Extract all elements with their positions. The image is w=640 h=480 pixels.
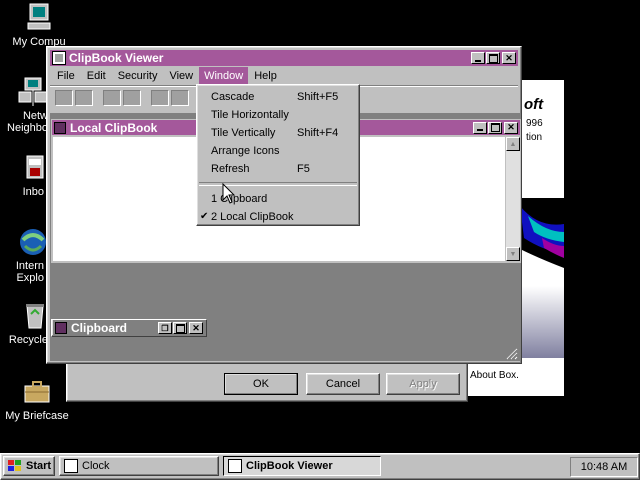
scroll-up-icon: ▲ [509, 140, 517, 148]
ok-button[interactable]: OK [224, 373, 298, 395]
menu-item-refresh[interactable]: Refresh F5 [197, 160, 359, 178]
menu-item-window-local-clipbook[interactable]: ✔ 2 Local ClipBook [197, 208, 359, 226]
child-maximize-button[interactable] [488, 121, 502, 134]
menu-item-label: 2 Local ClipBook [211, 211, 294, 223]
system-tray-clock[interactable]: 10:48 AM [570, 457, 638, 477]
desktop-icon-my-briefcase[interactable]: My Briefcase [0, 376, 74, 422]
clipboard-book-icon [55, 322, 67, 334]
minimize-button[interactable] [471, 52, 485, 64]
menu-edit[interactable]: Edit [81, 67, 112, 85]
close-icon: ✕ [192, 322, 200, 333]
cancel-button[interactable]: Cancel [306, 373, 380, 395]
vertical-scrollbar[interactable]: ▲ ▼ [506, 137, 520, 261]
scroll-up-button[interactable]: ▲ [506, 137, 520, 151]
connect-icon[interactable] [55, 90, 73, 106]
taskbar-button-label: Clock [82, 460, 110, 472]
close-icon: ✕ [507, 122, 515, 132]
stop-sharing-icon[interactable] [123, 90, 141, 106]
menu-item-arrange-icons[interactable]: Arrange Icons [197, 142, 359, 160]
briefcase-icon [21, 376, 53, 408]
apply-button[interactable]: Apply [386, 373, 460, 395]
menu-window[interactable]: Window [199, 67, 249, 85]
window-dropdown-menu: Cascade Shift+F5 Tile Horizontally Tile … [196, 84, 360, 226]
minimize-icon [477, 129, 483, 131]
maximize-icon [490, 123, 500, 132]
scroll-down-icon: ▼ [509, 250, 517, 258]
menu-security[interactable]: Security [112, 67, 164, 85]
clipboard-close-button[interactable]: ✕ [189, 322, 203, 334]
start-button[interactable]: Start [3, 456, 55, 476]
share-icon[interactable] [103, 90, 121, 106]
close-icon: ✕ [505, 52, 513, 63]
ok-button-label: OK [253, 378, 269, 390]
computer-icon [23, 2, 55, 34]
windows-logo-icon [8, 460, 22, 472]
clock-time: 10:48 AM [580, 461, 628, 473]
menu-file[interactable]: File [51, 67, 81, 85]
restore-icon: ❐ [161, 323, 169, 333]
menu-item-accel: F5 [297, 163, 310, 175]
menu-item-label: Arrange Icons [211, 145, 280, 157]
menu-help[interactable]: Help [248, 67, 283, 85]
cancel-button-label: Cancel [325, 378, 361, 390]
about-box-text: About Box. [470, 370, 519, 381]
year-fragment: 996 [526, 118, 543, 129]
clipboard-restore-button[interactable]: ❐ [158, 322, 172, 334]
toolbar [55, 90, 189, 106]
checkmark-icon: ✔ [200, 211, 209, 222]
resize-grip-icon[interactable] [506, 348, 518, 360]
copy-icon[interactable] [151, 90, 169, 106]
clipbook-app-icon [52, 51, 66, 65]
child-close-button[interactable]: ✕ [504, 121, 518, 134]
clipboard-titlebar[interactable]: Clipboard ❐ ✕ [53, 320, 205, 336]
maximize-button[interactable] [486, 52, 500, 64]
close-button[interactable]: ✕ [502, 52, 516, 64]
mouse-cursor-icon [222, 183, 236, 204]
taskbar-button-label: ClipBook Viewer [246, 460, 333, 472]
menu-item-label: Tile Vertically [211, 127, 276, 139]
network-icon [17, 76, 49, 108]
clipbook-title: ClipBook Viewer [69, 51, 164, 65]
maximize-icon [488, 53, 498, 63]
version-fragment: tion [526, 132, 543, 143]
menu-item-label: Cascade [211, 91, 255, 103]
scroll-down-button[interactable]: ▼ [506, 247, 520, 261]
ie-label-line2: Explo [16, 272, 44, 284]
desktop-icon-my-computer[interactable]: My Compu [2, 2, 76, 48]
taskbar: Start Clock ClipBook Viewer 10:48 AM [0, 453, 640, 480]
maximize-icon [175, 323, 185, 333]
clipbook-app-icon [228, 459, 242, 473]
menu-item-cascade[interactable]: Cascade Shift+F5 [197, 88, 359, 106]
clipboard-minimized-window[interactable]: Clipboard ❐ ✕ [51, 319, 207, 337]
paste-icon[interactable] [171, 90, 189, 106]
menu-item-accel: Shift+F4 [297, 127, 339, 139]
menu-item-label: Tile Horizontally [211, 109, 289, 121]
ie-label-line1: Intern [15, 260, 44, 272]
clipbook-book-icon [54, 121, 66, 134]
menu-bar: File Edit Security View Window Help [51, 67, 283, 85]
menu-item-tile-vertically[interactable]: Tile Vertically Shift+F4 [197, 124, 359, 142]
child-minimize-button[interactable] [473, 121, 487, 134]
disconnect-icon[interactable] [75, 90, 93, 106]
apply-button-label: Apply [409, 378, 437, 390]
taskbar-button-clipbook-viewer[interactable]: ClipBook Viewer [223, 456, 381, 476]
menu-item-label: Refresh [211, 163, 250, 175]
network-label-line2: Neighbo [7, 122, 48, 134]
clock-app-icon [64, 459, 78, 473]
ie-icon [17, 226, 49, 258]
menu-item-label: 1 Clipboard [211, 193, 268, 205]
brand-fragment: oft [524, 96, 544, 113]
start-label: Start [26, 460, 52, 472]
network-label-line1: Netw [22, 110, 48, 122]
local-clipbook-title: Local ClipBook [70, 120, 158, 135]
menu-item-accel: Shift+F5 [297, 91, 339, 103]
minimize-icon [475, 59, 481, 62]
menu-item-tile-horizontally[interactable]: Tile Horizontally [197, 106, 359, 124]
menu-view[interactable]: View [163, 67, 199, 85]
desktop-icon-label: My Briefcase [5, 410, 69, 422]
clipbook-titlebar[interactable]: ClipBook Viewer ✕ [50, 50, 518, 66]
clipboard-title: Clipboard [71, 321, 127, 335]
clipboard-maximize-button[interactable] [173, 322, 187, 334]
taskbar-button-clock[interactable]: Clock [59, 456, 219, 476]
